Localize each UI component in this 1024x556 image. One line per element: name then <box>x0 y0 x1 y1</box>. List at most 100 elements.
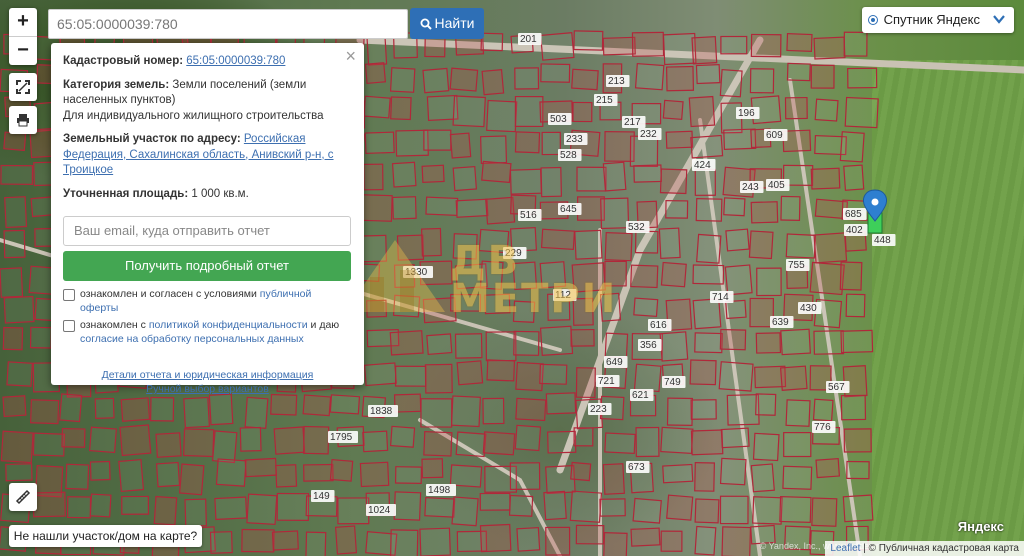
parcel-outline <box>750 463 775 493</box>
parcel-label: 213 <box>606 75 630 87</box>
parcel-outline <box>480 32 504 52</box>
parcel-outline <box>271 530 299 551</box>
parcel-outline <box>691 36 718 65</box>
offer-consent-checkbox[interactable] <box>63 289 75 301</box>
parcel-outline <box>452 165 478 192</box>
parcel-outline <box>149 396 175 422</box>
parcel-outline <box>118 458 145 493</box>
email-field[interactable]: Ваш email, куда отправить отчет <box>63 216 351 246</box>
search-button[interactable]: Найти <box>410 8 484 39</box>
parcel-outline <box>481 69 505 96</box>
close-icon[interactable]: × <box>345 47 356 65</box>
parcel-outline <box>389 330 424 356</box>
parcel-outline <box>514 424 542 452</box>
parcel-outline <box>393 491 422 521</box>
parcel-outline <box>786 62 811 82</box>
parcel-outline <box>155 432 182 458</box>
parcel-outline <box>660 261 687 288</box>
parcel-outline <box>570 328 595 347</box>
get-report-button[interactable]: Получить подробный отчет <box>63 251 351 281</box>
parcel-outline <box>694 332 723 354</box>
parcel-label: 503 <box>548 113 572 125</box>
parcel-outline <box>450 395 482 428</box>
manual-selection-link[interactable]: Ручной выбор вариантов <box>63 382 352 396</box>
parcel-outline <box>480 135 508 164</box>
personal-data-consent-link[interactable]: согласие на обработку персональных данны… <box>80 333 304 345</box>
parcel-outline <box>509 168 542 195</box>
parcel-label: 448 <box>872 234 896 246</box>
parcel-outline <box>570 461 592 482</box>
parcel-label: 567 <box>826 381 850 393</box>
parcel-outline <box>750 33 782 58</box>
parcel-outline <box>334 525 358 555</box>
parcel-outline <box>303 463 334 482</box>
report-details-link[interactable]: Детали отчета и юридическая информация <box>63 368 352 382</box>
parcel-outline <box>5 463 33 482</box>
cadastral-number-link[interactable]: 65:05:0000039:780 <box>186 55 285 67</box>
print-button[interactable] <box>9 106 37 134</box>
parcel-outline <box>604 332 629 359</box>
parcel-outline <box>813 232 848 264</box>
fullscreen-button[interactable] <box>9 73 37 101</box>
parcel-outline <box>755 393 777 416</box>
ruler-button[interactable] <box>9 483 37 511</box>
parcel-outline <box>665 200 689 219</box>
address-row: Земельный участок по адресу: Российская … <box>63 133 334 176</box>
parcel-outline <box>785 399 811 427</box>
parcel-outline <box>359 461 390 488</box>
not-found-button[interactable]: Не нашли участок/дом на карте? <box>9 525 202 547</box>
parcel-outline <box>514 95 544 128</box>
privacy-policy-link[interactable]: политикой конфиденциальности <box>149 319 308 331</box>
parcel-outline <box>630 264 659 289</box>
parcel-outline <box>690 399 717 420</box>
parcel-outline <box>455 198 489 218</box>
parcel-outline <box>635 426 660 458</box>
parcel-outline <box>0 164 34 185</box>
parcel-outline <box>422 67 450 94</box>
parcel-label: 516 <box>518 209 542 221</box>
parcel-outline <box>390 529 419 556</box>
parcel-outline <box>659 331 689 362</box>
parcel-outline <box>421 458 444 479</box>
parcel-label: 223 <box>588 403 612 415</box>
parcel-label: 721 <box>596 375 620 387</box>
parcel-outline <box>208 393 234 426</box>
parcel-outline <box>481 160 512 184</box>
parcel-outline <box>666 494 694 521</box>
parcel-outline <box>604 131 635 162</box>
parcel-outline <box>569 490 603 523</box>
parcel-outline <box>724 264 753 296</box>
parcel-outline <box>603 532 628 556</box>
parcel-label: 243 <box>740 181 764 193</box>
svg-text:229: 229 <box>505 248 522 259</box>
parcel-outline <box>720 35 748 55</box>
parcel-outline <box>479 523 512 553</box>
leaflet-link[interactable]: Leaflet <box>830 543 860 554</box>
svg-text:1498: 1498 <box>428 485 451 496</box>
parcel-outline <box>540 63 571 83</box>
parcel-outline <box>391 161 417 188</box>
parcel-outline <box>3 295 35 324</box>
parcel-label: 1795 <box>328 431 358 443</box>
parcel-outline <box>634 63 665 91</box>
zoom-in-button[interactable]: + <box>9 8 37 36</box>
search-input[interactable]: 65:05:0000039:780 <box>48 9 408 39</box>
parcel-outline <box>65 463 90 490</box>
parcel-label: 1330 <box>403 266 433 278</box>
parcel-outline <box>574 229 603 260</box>
parcel-outline <box>541 131 561 156</box>
parcel-outline <box>2 395 27 418</box>
parcel-outline <box>393 393 422 413</box>
parcel-label: 430 <box>798 302 822 314</box>
parcel-outline <box>509 462 541 491</box>
layer-selector[interactable]: Спутник Яндекс <box>862 7 1014 33</box>
parcel-outline <box>662 463 694 484</box>
parcel-info-popup: × Кадастровый номер: 65:05:0000039:780 К… <box>51 43 364 395</box>
parcel-outline <box>6 361 33 387</box>
parcel-outline <box>812 398 834 422</box>
zoom-out-button[interactable]: − <box>9 36 37 65</box>
chevron-down-icon <box>993 15 1005 24</box>
privacy-consent-checkbox[interactable] <box>63 320 75 332</box>
svg-text:755: 755 <box>788 260 805 271</box>
parcel-outline <box>424 496 456 518</box>
